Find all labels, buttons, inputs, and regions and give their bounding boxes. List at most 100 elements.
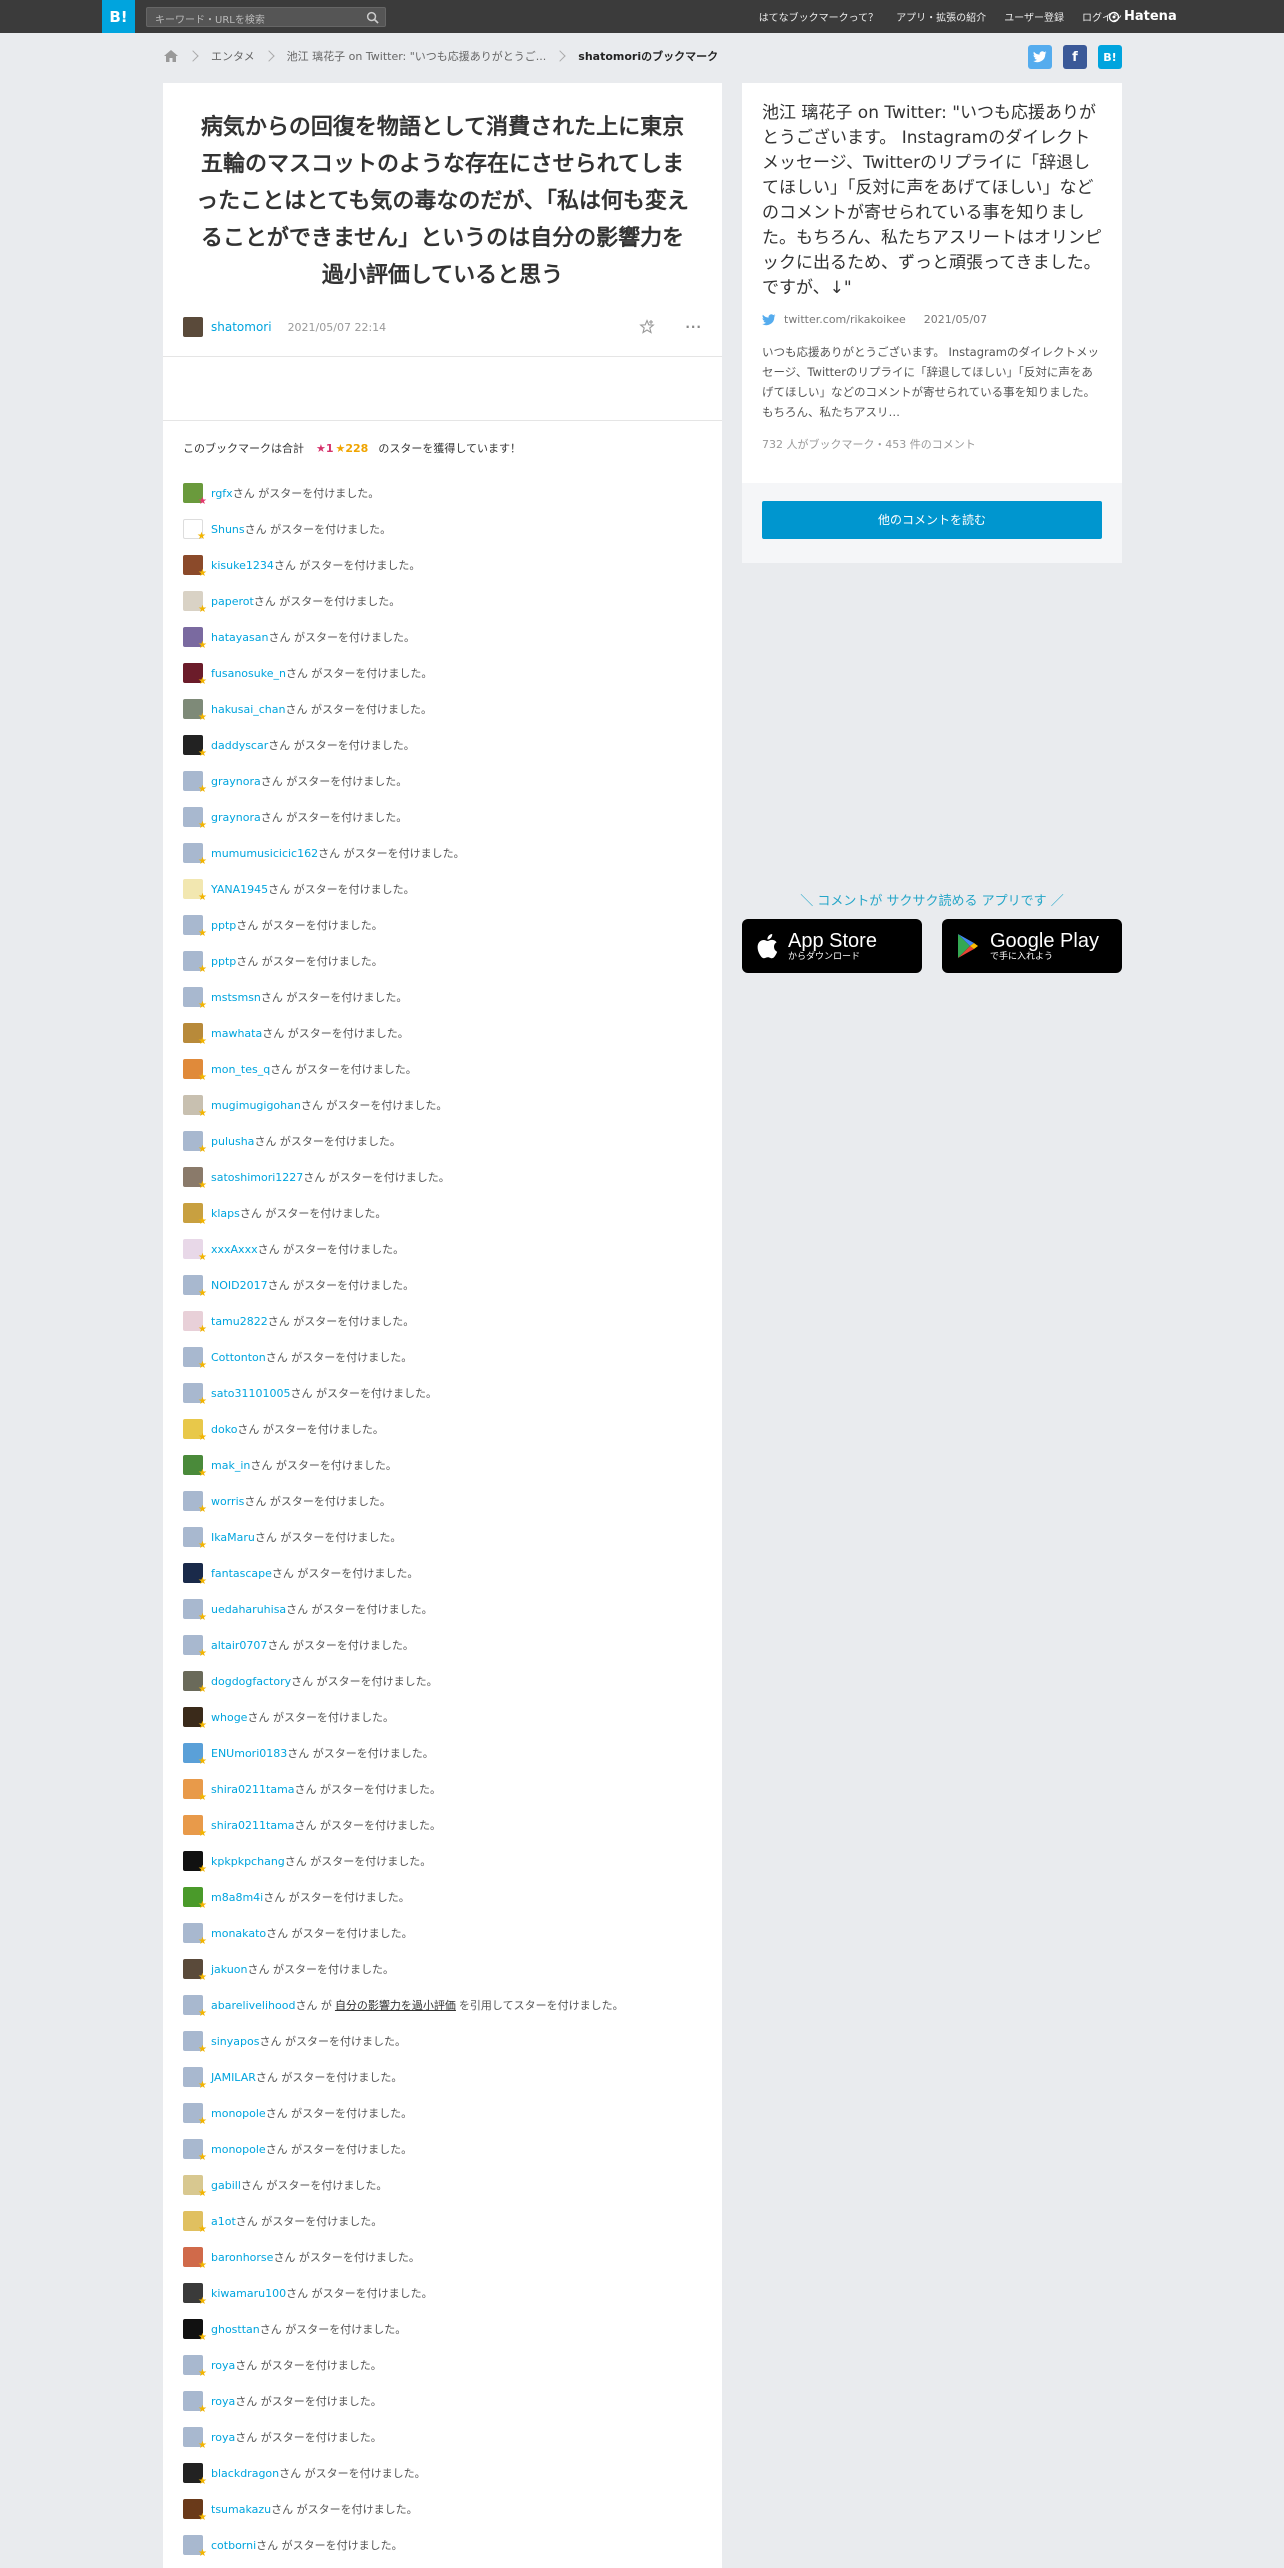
breadcrumb-category[interactable]: エンタメ <box>211 48 255 64</box>
read-other-comments-button[interactable]: 他のコメントを読む <box>762 501 1102 539</box>
avatar[interactable]: ★ <box>183 1311 207 1335</box>
search-input[interactable] <box>147 11 357 30</box>
more-options-button[interactable]: ··· <box>685 320 702 334</box>
avatar[interactable]: ★ <box>183 1779 207 1803</box>
star-user-link[interactable]: xxxAxxx <box>211 1243 258 1256</box>
star-user-link[interactable]: a1ot <box>211 2215 236 2228</box>
star-user-link[interactable]: pptp <box>211 955 236 968</box>
avatar[interactable]: ★ <box>183 1599 207 1623</box>
avatar[interactable]: ★ <box>183 2319 207 2343</box>
comment-user-link[interactable]: shatomori <box>211 320 272 334</box>
star-user-link[interactable]: mawhata <box>211 1027 262 1040</box>
avatar[interactable]: ★ <box>183 1347 207 1371</box>
star-user-link[interactable]: gabill <box>211 2179 241 2192</box>
avatar[interactable]: ★ <box>183 807 207 831</box>
avatar[interactable]: ★ <box>183 879 207 903</box>
avatar[interactable]: ★ <box>183 2103 207 2127</box>
star-user-link[interactable]: mugimugigohan <box>211 1099 301 1112</box>
avatar[interactable]: ★ <box>183 1275 207 1299</box>
avatar[interactable]: ★ <box>183 2355 207 2379</box>
star-user-link[interactable]: monakato <box>211 1927 266 1940</box>
nav-register[interactable]: ユーザー登録 <box>1004 9 1064 24</box>
avatar[interactable]: ★ <box>183 2067 207 2091</box>
avatar[interactable]: ★ <box>183 483 207 507</box>
avatar[interactable]: ★ <box>183 2211 207 2235</box>
star-user-link[interactable]: satoshimori1227 <box>211 1171 303 1184</box>
breadcrumb-entry[interactable]: 池江 璃花子 on Twitter: "いつも応援ありがとうご... <box>287 48 547 64</box>
avatar[interactable]: ★ <box>183 2463 207 2487</box>
avatar[interactable]: ★ <box>183 843 207 867</box>
star-user-link[interactable]: cotborni <box>211 2539 256 2552</box>
star-user-link[interactable]: hatayasan <box>211 631 268 644</box>
star-user-link[interactable]: tamu2822 <box>211 1315 268 1328</box>
star-user-link[interactable]: graynora <box>211 811 261 824</box>
star-user-link[interactable]: mumumusicicic162 <box>211 847 318 860</box>
avatar[interactable]: ★ <box>183 987 207 1011</box>
star-user-link[interactable]: worris <box>211 1495 244 1508</box>
share-hatena-button[interactable]: B! <box>1098 45 1122 69</box>
star-user-link[interactable]: monopole <box>211 2143 266 2156</box>
nav-about[interactable]: はてなブックマークって？ <box>759 9 879 24</box>
star-user-link[interactable]: fantascape <box>211 1567 272 1580</box>
avatar[interactable]: ★ <box>183 1923 207 1947</box>
star-user-link[interactable]: mak_in <box>211 1459 250 1472</box>
star-user-link[interactable]: doko <box>211 1423 237 1436</box>
star-user-link[interactable]: paperot <box>211 595 254 608</box>
avatar[interactable]: ★ <box>183 1455 207 1479</box>
share-twitter-button[interactable] <box>1028 45 1052 69</box>
star-user-link[interactable]: baronhorse <box>211 2251 273 2264</box>
avatar[interactable]: ★ <box>183 1743 207 1767</box>
avatar[interactable]: ★ <box>183 1095 207 1119</box>
star-user-link[interactable]: kisuke1234 <box>211 559 274 572</box>
star-user-link[interactable]: m8a8m4i <box>211 1891 263 1904</box>
star-user-link[interactable]: rgfx <box>211 487 233 500</box>
avatar[interactable]: ★ <box>183 1851 207 1875</box>
app-store-badge[interactable]: App Store からダウンロード <box>742 919 922 973</box>
avatar[interactable]: ★ <box>183 1959 207 1983</box>
home-icon[interactable] <box>163 49 179 63</box>
star-user-link[interactable]: abarelivelihood <box>211 1999 295 2012</box>
avatar[interactable]: ★ <box>183 1383 207 1407</box>
avatar[interactable]: ★ <box>183 699 207 723</box>
avatar[interactable]: ★ <box>183 1203 207 1227</box>
search-icon[interactable] <box>366 11 379 24</box>
star-user-link[interactable]: roya <box>211 2359 235 2372</box>
star-user-link[interactable]: sinyapos <box>211 2035 259 2048</box>
star-user-link[interactable]: hakusai_chan <box>211 703 285 716</box>
star-user-link[interactable]: pulusha <box>211 1135 254 1148</box>
star-user-link[interactable]: IkaMaru <box>211 1531 255 1544</box>
avatar[interactable]: ★ <box>183 2283 207 2307</box>
star-user-link[interactable]: daddyscar <box>211 739 268 752</box>
nav-apps[interactable]: アプリ・拡張の紹介 <box>896 9 986 24</box>
star-user-link[interactable]: JAMILAR <box>211 2071 256 2084</box>
star-user-link[interactable]: blackdragon <box>211 2467 279 2480</box>
avatar[interactable]: ★ <box>183 1527 207 1551</box>
avatar[interactable]: ★ <box>183 519 206 542</box>
avatar[interactable]: ★ <box>183 1563 207 1587</box>
star-user-link[interactable]: sato31101005 <box>211 1387 291 1400</box>
avatar[interactable]: ★ <box>183 591 207 615</box>
hatena-brand-link[interactable]: Hatena <box>1108 0 1177 33</box>
star-user-link[interactable]: shira0211tama <box>211 1819 295 1832</box>
star-user-link[interactable]: shira0211tama <box>211 1783 295 1796</box>
star-user-link[interactable]: Shuns <box>211 523 245 536</box>
avatar[interactable]: ★ <box>183 627 207 651</box>
avatar[interactable]: ★ <box>183 771 207 795</box>
avatar[interactable]: ★ <box>183 2391 207 2415</box>
avatar[interactable]: ★ <box>183 1131 207 1155</box>
star-user-link[interactable]: tsumakazu <box>211 2503 271 2516</box>
avatar[interactable]: ★ <box>183 2139 207 2163</box>
avatar[interactable]: ★ <box>183 1635 207 1659</box>
avatar[interactable]: ★ <box>183 1995 207 2019</box>
avatar[interactable]: ★ <box>183 2427 207 2451</box>
star-user-link[interactable]: kiwamaru100 <box>211 2287 286 2300</box>
star-user-link[interactable]: Cottonton <box>211 1351 266 1364</box>
add-star-icon[interactable] <box>639 319 656 335</box>
google-play-badge[interactable]: Google Play で手に入れよう <box>942 919 1122 973</box>
avatar[interactable]: ★ <box>183 735 207 759</box>
avatar[interactable]: ★ <box>183 951 207 975</box>
avatar[interactable]: ★ <box>183 1239 207 1263</box>
star-user-link[interactable]: NOID2017 <box>211 1279 268 1292</box>
star-user-link[interactable]: klaps <box>211 1207 240 1220</box>
star-user-link[interactable]: whoge <box>211 1711 247 1724</box>
